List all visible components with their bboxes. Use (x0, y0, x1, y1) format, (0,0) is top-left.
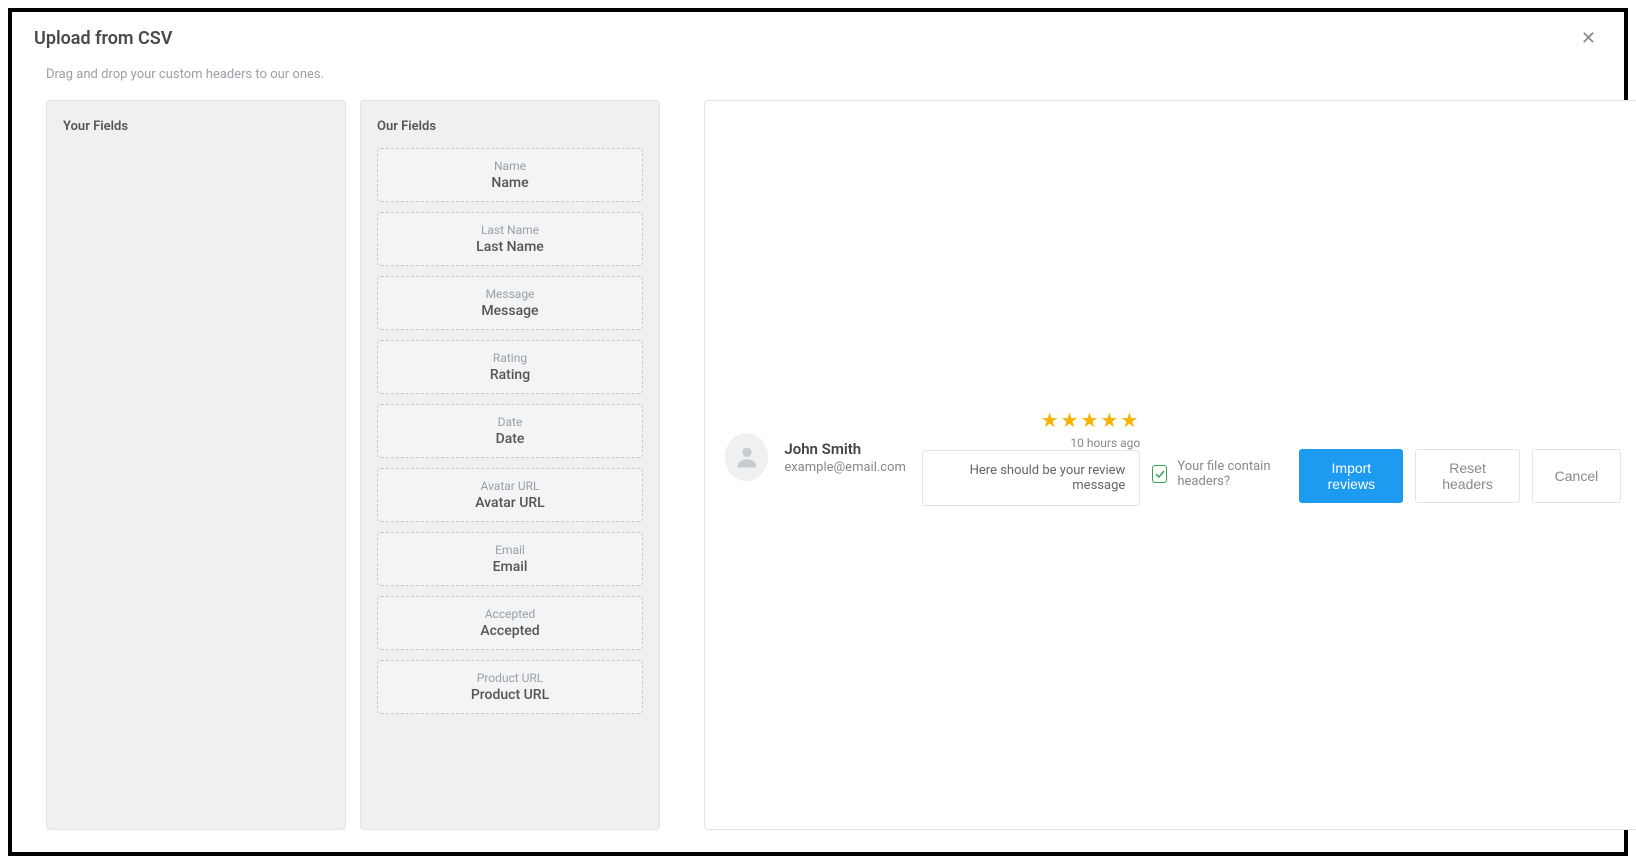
field-slot-label: Name (386, 159, 634, 173)
your-fields-panel[interactable]: Your Fields (46, 100, 346, 830)
modal-title: Upload from CSV (34, 28, 172, 49)
field-slot-value: Product URL (386, 687, 634, 703)
review-info: John Smith example@email.com (784, 440, 906, 475)
field-slot-label: Rating (386, 351, 634, 365)
field-slot[interactable]: Message Message (377, 276, 643, 330)
star-rating-icon: ★★★★★ (922, 408, 1140, 432)
field-slot[interactable]: Product URL Product URL (377, 660, 643, 714)
field-slot[interactable]: Avatar URL Avatar URL (377, 468, 643, 522)
your-fields-title: Your Fields (63, 119, 329, 134)
button-row: Import reviews Reset headers Cancel (1299, 449, 1621, 503)
review-right: ★★★★★ 10 hours ago Here should be your r… (922, 408, 1140, 506)
field-slot-label: Last Name (386, 223, 634, 237)
header-row: Upload from CSV ✕ (34, 28, 1602, 67)
field-slot-label: Avatar URL (386, 479, 634, 493)
modal-frame: Upload from CSV ✕ Drag and drop your cus… (8, 8, 1628, 856)
field-slot-value: Email (386, 559, 634, 575)
import-reviews-button[interactable]: Import reviews (1299, 449, 1403, 503)
field-slot[interactable]: Accepted Accepted (377, 596, 643, 650)
field-slot-value: Date (386, 431, 634, 447)
field-slot[interactable]: Last Name Last Name (377, 212, 643, 266)
review-message: Here should be your review message (922, 450, 1140, 506)
review-time: 10 hours ago (922, 436, 1140, 450)
reset-headers-button[interactable]: Reset headers (1415, 449, 1519, 503)
headers-checkbox[interactable] (1152, 465, 1167, 483)
review-card: John Smith example@email.com ★★★★★ 10 ho… (725, 408, 1140, 522)
field-slot-value: Name (386, 175, 634, 191)
cancel-button[interactable]: Cancel (1532, 449, 1622, 503)
review-name: John Smith (784, 440, 906, 458)
preview-panel: John Smith example@email.com ★★★★★ 10 ho… (704, 100, 1636, 830)
field-slot[interactable]: Rating Rating (377, 340, 643, 394)
our-fields-title: Our Fields (377, 119, 643, 134)
field-slot-value: Accepted (386, 623, 634, 639)
close-icon[interactable]: ✕ (1575, 28, 1602, 50)
field-slot[interactable]: Email Email (377, 532, 643, 586)
field-slot[interactable]: Date Date (377, 404, 643, 458)
field-slot-label: Email (386, 543, 634, 557)
review-email: example@email.com (784, 460, 906, 475)
our-fields-panel[interactable]: Our Fields Name Name Last Name Last Name Mes… (360, 100, 660, 830)
headers-checkbox-label: Your file contain headers? (1177, 459, 1299, 489)
field-slot-label: Product URL (386, 671, 634, 685)
field-slot-value: Message (386, 303, 634, 319)
columns-wrap: Your Fields Our Fields Name Name Last Name… (34, 100, 1602, 830)
field-slot[interactable]: Name Name (377, 148, 643, 202)
subtitle: Drag and drop your custom headers to our… (46, 67, 1602, 82)
field-slot-label: Accepted (386, 607, 634, 621)
field-slot-label: Message (386, 287, 634, 301)
footer-row: Your file contain headers? (1152, 459, 1299, 489)
field-slot-label: Date (386, 415, 634, 429)
field-slot-value: Avatar URL (386, 495, 634, 511)
review-header: John Smith example@email.com ★★★★★ 10 ho… (725, 408, 1140, 506)
field-slot-value: Last Name (386, 239, 634, 255)
field-slot-value: Rating (386, 367, 634, 383)
avatar-icon (725, 433, 768, 481)
